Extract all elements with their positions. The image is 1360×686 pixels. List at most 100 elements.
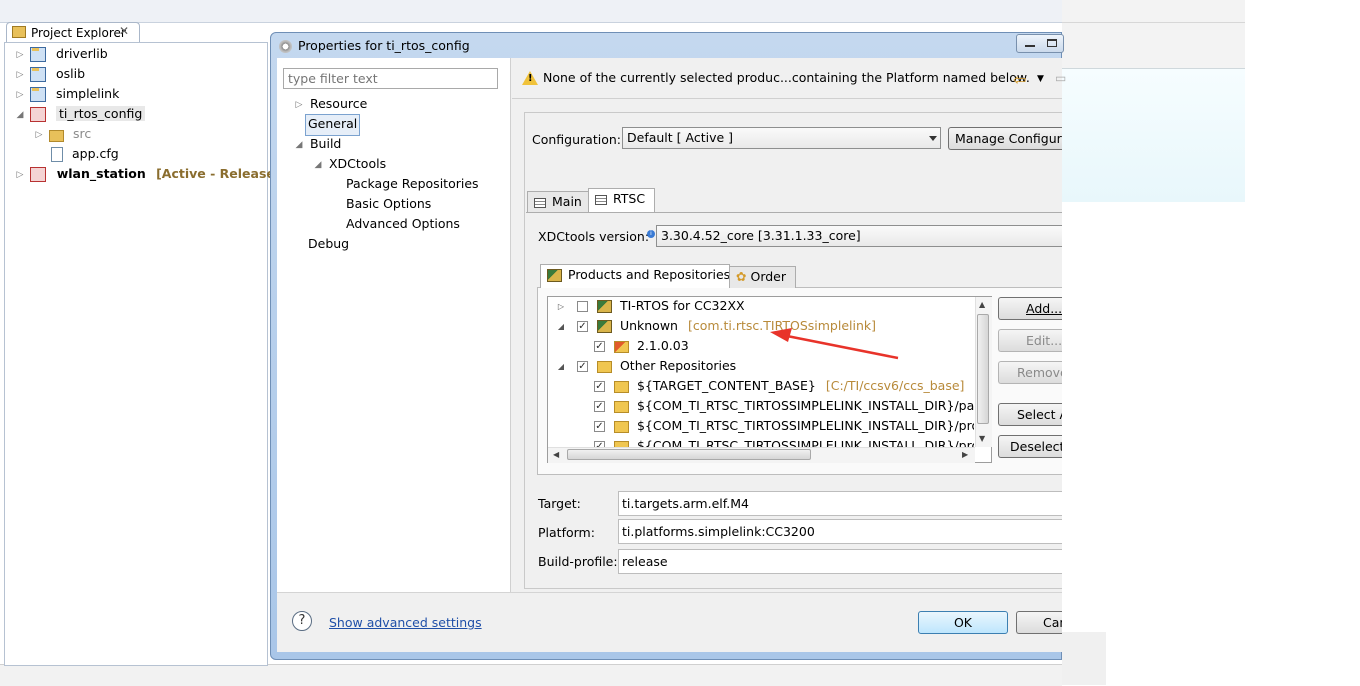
collapse-icon[interactable]: ◢ <box>14 105 26 125</box>
version-icon <box>613 340 629 353</box>
expand-icon[interactable]: ▷ <box>14 45 26 65</box>
tab-project-explorer[interactable]: Project Explorer ✕ <box>6 22 140 44</box>
collapse-icon[interactable]: ◢ <box>313 155 323 175</box>
deselect-all-button[interactable]: Deselect All <box>998 435 1062 458</box>
rtsc-project-icon <box>30 167 47 182</box>
button-label: Add... <box>1026 301 1062 316</box>
xdctools-version-select[interactable]: 3.30.4.52_core [3.31.1.33_core] <box>656 225 1062 247</box>
tree-item-label: wlan_station <box>56 166 146 181</box>
scroll-left-icon[interactable]: ◀ <box>553 450 559 459</box>
repositories-checkbox[interactable]: ✓ <box>576 361 588 372</box>
expand-icon[interactable]: ▷ <box>14 85 26 105</box>
repository-label: ${COM_TI_RTSC_TIRTOSSIMPLELINK_INSTALL_D… <box>636 398 974 413</box>
warning-mark: ! <box>528 73 533 84</box>
add-button[interactable]: Add... <box>998 297 1062 320</box>
tab-divider <box>526 212 1062 213</box>
xdctools-version-label: XDCtools version: <box>538 229 650 244</box>
button-label: Remove <box>1017 365 1062 380</box>
ok-button[interactable]: OK <box>918 611 1008 634</box>
filter-input[interactable] <box>283 68 498 89</box>
nav-item-resource[interactable]: ▷ Resource <box>294 94 368 115</box>
tab-main[interactable]: Main <box>527 191 589 213</box>
nav-item-debug[interactable]: Debug <box>308 234 349 254</box>
tab-label: Order <box>750 269 787 284</box>
manage-configurations-button[interactable]: Manage Configurations... <box>948 127 1062 150</box>
ccs-project-icon <box>29 47 46 62</box>
expand-icon[interactable]: ▷ <box>14 65 26 85</box>
build-profile-field[interactable]: release <box>618 549 1062 574</box>
tab-label: Main <box>552 194 582 209</box>
product-version-row[interactable]: ✓ 2.1.0.03 <box>594 336 689 356</box>
repository-checkbox[interactable]: ✓ <box>594 381 605 392</box>
ide-toolbar <box>0 0 1062 23</box>
tree-item-ti-rtos-config[interactable]: ◢ ti_rtos_config <box>14 104 146 125</box>
vertical-scroll-thumb[interactable] <box>977 314 989 424</box>
version-checkbox[interactable]: ✓ <box>594 341 605 352</box>
remove-button[interactable]: Remove <box>998 361 1062 384</box>
nav-item-xdctools[interactable]: ◢ XDCtools <box>313 154 387 175</box>
tree-item-label: oslib <box>55 66 86 81</box>
window-controls[interactable] <box>1016 34 1064 53</box>
tree-item-driverlib[interactable]: ▷ driverlib <box>14 44 108 64</box>
minimize-icon[interactable] <box>1025 45 1035 47</box>
expand-icon[interactable]: ▷ <box>556 297 566 317</box>
tree-item-wlan-station[interactable]: ▷ wlan_station [Active - Release] <box>14 164 281 184</box>
edit-button[interactable]: Edit... <box>998 329 1062 352</box>
nav-item-advanced-options[interactable]: Advanced Options <box>346 214 460 234</box>
collapse-icon[interactable]: ◢ <box>294 135 304 155</box>
repository-row[interactable]: ✓ ${COM_TI_RTSC_TIRTOSSIMPLELINK_INSTALL… <box>594 396 974 416</box>
tree-item-oslib[interactable]: ▷ oslib <box>14 64 85 84</box>
folder-icon <box>12 26 26 38</box>
chevron-down-icon[interactable]: ▼ <box>1037 74 1044 84</box>
nav-item-build[interactable]: ◢ Build <box>294 134 342 155</box>
product-checkbox[interactable]: ✓ <box>576 321 588 332</box>
subtab-order[interactable]: ✿ Order <box>729 266 796 288</box>
tree-item-label: src <box>72 126 92 141</box>
version-label: 2.1.0.03 <box>636 338 689 353</box>
configuration-select[interactable]: Default [ Active ] <box>622 127 941 149</box>
target-field[interactable]: ti.targets.arm.elf.M4 <box>618 491 1062 516</box>
tab-rtsc[interactable]: RTSC <box>588 188 655 212</box>
forward-arrow-icon[interactable]: ▭ <box>1055 71 1066 85</box>
tab-icon <box>595 194 607 205</box>
nav-item-package-repositories[interactable]: Package Repositories <box>346 174 479 194</box>
show-advanced-settings-link[interactable]: Show advanced settings <box>329 615 482 630</box>
scroll-down-icon[interactable]: ▼ <box>979 434 985 443</box>
repositories-row[interactable]: ◢ ✓ Other Repositories <box>556 356 736 376</box>
expand-icon[interactable]: ▷ <box>14 165 26 185</box>
repository-folder-icon <box>613 400 629 413</box>
help-icon[interactable]: ? <box>292 611 312 631</box>
expand-icon[interactable]: ▷ <box>294 95 304 115</box>
footer-divider <box>277 592 1062 593</box>
status-bar <box>0 664 1062 686</box>
repository-checkbox[interactable]: ✓ <box>594 421 605 432</box>
dialog-title: Properties for ti_rtos_config <box>298 38 470 53</box>
repository-row[interactable]: ✓ ${TARGET_CONTENT_BASE} [C:/TI/ccsv6/cc… <box>594 376 964 396</box>
tree-item-simplelink[interactable]: ▷ simplelink <box>14 84 119 104</box>
collapse-icon[interactable]: ◢ <box>556 317 566 337</box>
expand-icon[interactable]: ▷ <box>33 125 45 145</box>
nav-item-general[interactable]: General <box>305 114 361 136</box>
maximize-icon[interactable] <box>1047 39 1057 47</box>
product-row[interactable]: ▷ TI-RTOS for CC32XX <box>556 296 745 316</box>
back-arrow-icon[interactable]: ⇦ <box>1013 70 1026 89</box>
scroll-right-icon[interactable]: ▶ <box>962 450 968 459</box>
scroll-up-icon[interactable]: ▲ <box>979 300 985 309</box>
nav-item-basic-options[interactable]: Basic Options <box>346 194 431 214</box>
target-label: Target: <box>538 496 581 511</box>
tree-item-app-cfg[interactable]: app.cfg <box>51 144 119 164</box>
repository-row[interactable]: ✓ ${COM_TI_RTSC_TIRTOSSIMPLELINK_INSTALL… <box>594 416 974 436</box>
platform-field[interactable]: ti.platforms.simplelink:CC3200 <box>618 519 1062 544</box>
close-icon[interactable]: ✕ <box>119 24 129 38</box>
select-all-button[interactable]: Select All <box>998 403 1062 426</box>
cancel-button[interactable]: Cancel <box>1016 611 1062 634</box>
tree-item-src[interactable]: ▷ src <box>33 124 91 144</box>
button-label: Deselect All <box>1010 439 1062 454</box>
repository-checkbox[interactable]: ✓ <box>594 401 605 412</box>
product-checkbox[interactable] <box>576 301 588 312</box>
horizontal-scroll-thumb[interactable] <box>567 449 811 460</box>
collapse-icon[interactable]: ◢ <box>556 357 566 377</box>
repository-row[interactable]: ✓ ${COM_TI_RTSC_TIRTOSSIMPLELINK_INSTALL… <box>594 436 974 447</box>
header-message: None of the currently selected produc...… <box>543 70 1030 85</box>
subtab-products-repositories[interactable]: Products and Repositories <box>540 264 730 288</box>
